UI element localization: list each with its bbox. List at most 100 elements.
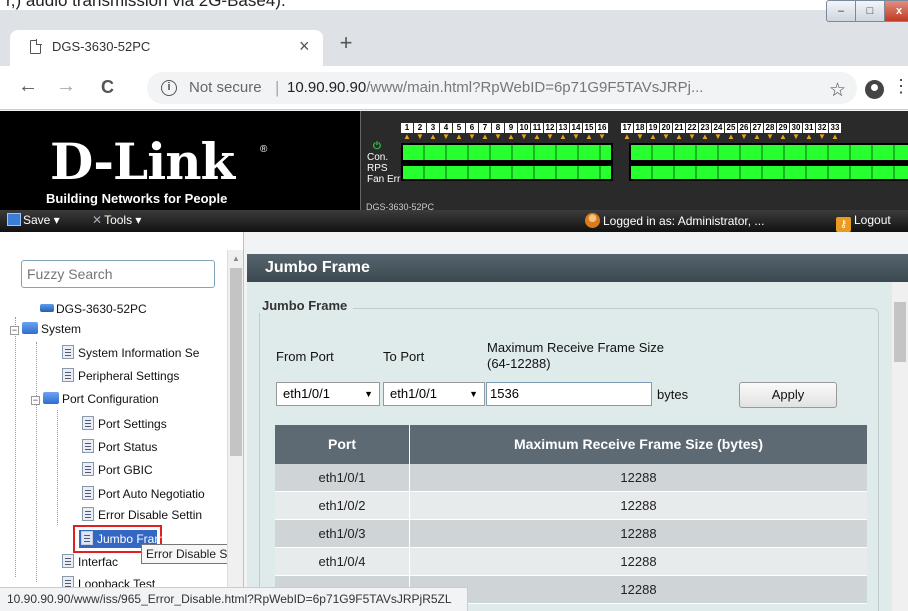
dlink-logo: D-Link bbox=[50, 132, 235, 191]
tree-item-label: Loopback Test bbox=[78, 577, 156, 587]
port-link-arrow-icon: ▲ bbox=[481, 132, 489, 141]
save-disk-icon bbox=[7, 213, 21, 226]
port-link-arrow-icon: ▼ bbox=[572, 132, 580, 141]
port-link-arrow-icon: ▼ bbox=[662, 132, 670, 141]
tree-item-label: DGS-3630-52PC bbox=[56, 302, 147, 316]
fuzzy-search-box[interactable] bbox=[21, 260, 215, 288]
column-header-max-size: Maximum Receive Frame Size (bytes) bbox=[410, 425, 867, 464]
tools-menu[interactable]: ✕ Tools ▾ bbox=[92, 213, 141, 227]
port-link-arrow-icon: ▼ bbox=[714, 132, 722, 141]
tree-item-device[interactable]: DGS-3630-52PC bbox=[40, 302, 147, 316]
port-link-arrows: ▲ ▼ ▲ ▼ ▲ ▼ ▲ ▼ ▲ ▼ ▲ ▼ ▲ ▼ ▲ ▼ ▲ ▼ ▲ ▼ ▲ ▼ ▲ ▼ ▲ ▼ ▲ ▼ ▲ ▼ ▲ ▼ ▲ bbox=[401, 133, 841, 141]
url-field[interactable]: i Not secure | 10.90.90.90/www/main.html… bbox=[147, 72, 857, 104]
cell-port: eth1/0/2 bbox=[275, 492, 410, 520]
port-link-arrow-icon: ▲ bbox=[779, 132, 787, 141]
table-row: eth1/0/4 12288 bbox=[275, 548, 867, 576]
document-top-text: r,) audio transmission via 2G-Base4). bbox=[0, 0, 908, 10]
tree-item-label: System bbox=[41, 322, 82, 336]
dlink-banner: D-Link ® Building Networks for People ⏻ … bbox=[0, 111, 908, 210]
tree-item-system-information[interactable]: System Information Se bbox=[62, 345, 199, 360]
port-link-arrow-icon: ▼ bbox=[442, 132, 450, 141]
tab-bar: DGS-3630-52PC × + bbox=[0, 10, 908, 66]
content-scrollbar[interactable] bbox=[892, 282, 908, 611]
bytes-label: bytes bbox=[657, 387, 689, 402]
fuzzy-search-input[interactable] bbox=[22, 261, 214, 287]
content-body: Jumbo Frame From Port To Port Maximum Re… bbox=[247, 282, 892, 611]
save-menu-label: Save ▾ bbox=[23, 213, 60, 227]
url-separator: | bbox=[275, 78, 280, 97]
cell-max-size: 12288 bbox=[410, 520, 867, 548]
save-menu[interactable]: Save ▾ bbox=[7, 213, 60, 227]
logout-button[interactable]: ⚷ Logout bbox=[836, 213, 891, 232]
page-doc-icon bbox=[82, 439, 94, 453]
jumbo-frame-table: Port Maximum Receive Frame Size (bytes) … bbox=[275, 425, 867, 604]
tree-item-peripheral-settings[interactable]: Peripheral Settings bbox=[62, 368, 179, 383]
to-port-select[interactable]: eth1/0/1 ▼ bbox=[383, 382, 485, 406]
logged-in-label: Logged in as: Administrator, ... bbox=[603, 214, 765, 228]
port-link-arrow-icon: ▲ bbox=[753, 132, 761, 141]
from-port-select[interactable]: eth1/0/1 ▼ bbox=[276, 382, 380, 406]
back-arrow-icon[interactable]: ← bbox=[18, 75, 38, 98]
info-icon[interactable]: i bbox=[161, 80, 177, 96]
key-icon: ⚷ bbox=[836, 217, 851, 232]
port-link-arrow-icon: ▲ bbox=[429, 132, 437, 141]
tab-close-icon[interactable]: × bbox=[299, 36, 310, 57]
port-link-arrow-icon: ▼ bbox=[792, 132, 800, 141]
dropdown-caret-icon: ▼ bbox=[364, 389, 373, 399]
tree-scrollbar-thumb[interactable] bbox=[230, 268, 242, 456]
collapse-icon[interactable]: − bbox=[31, 396, 40, 405]
apply-button[interactable]: Apply bbox=[739, 382, 837, 408]
port-link-arrow-icon: ▲ bbox=[675, 132, 683, 141]
device-panel[interactable]: ⏻ Con. RPS Fan Err 1 2 3 4 5 6 7 8 9 10 11 12 13 14 15… bbox=[360, 111, 908, 210]
maximize-button[interactable]: □ bbox=[855, 0, 885, 22]
port-link-arrow-icon: ▼ bbox=[818, 132, 826, 141]
tree-item-label: Peripheral Settings bbox=[78, 369, 180, 383]
page-doc-icon bbox=[62, 368, 74, 382]
folder-open-icon bbox=[22, 322, 38, 334]
tree-item-port-gbic[interactable]: Port GBIC bbox=[82, 462, 153, 477]
bookmark-star-icon[interactable]: ☆ bbox=[829, 79, 846, 102]
tree-item-loopback-test[interactable]: Loopback Test bbox=[62, 576, 155, 587]
port-group-17-32[interactable] bbox=[629, 143, 908, 181]
port-link-arrow-icon: ▲ bbox=[559, 132, 567, 141]
table-row: eth1/0/3 12288 bbox=[275, 520, 867, 548]
scroll-up-arrow-icon[interactable]: ▲ bbox=[232, 254, 240, 263]
forward-arrow-icon[interactable]: → bbox=[56, 75, 76, 98]
port-link-arrow-icon: ▼ bbox=[546, 132, 554, 141]
max-frame-size-input[interactable]: 1536 bbox=[486, 382, 652, 406]
tree-item-error-disable-settings[interactable]: Error Disable Settin bbox=[82, 507, 202, 522]
tree-item-port-status[interactable]: Port Status bbox=[82, 439, 157, 454]
tree-item-interface[interactable]: Interfac bbox=[62, 554, 118, 569]
tree-item-label: Error Disable Settin bbox=[98, 508, 203, 522]
tree-item-port-settings[interactable]: Port Settings bbox=[82, 416, 167, 431]
tab-dgs-3630[interactable]: DGS-3630-52PC × bbox=[10, 30, 323, 66]
port-link-arrow-icon: ▼ bbox=[468, 132, 476, 141]
collapse-icon[interactable]: − bbox=[10, 326, 19, 335]
tree-item-port-configuration[interactable]: − Port Configuration bbox=[31, 392, 159, 406]
cell-max-size: 12288 bbox=[410, 492, 867, 520]
tree-item-port-auto-negotiation[interactable]: Port Auto Negotiatio bbox=[82, 486, 205, 501]
port-link-arrow-icon: ▲ bbox=[805, 132, 813, 141]
fan-err-labels: Fan Err bbox=[367, 174, 400, 185]
port-row-divider bbox=[403, 160, 611, 166]
from-port-value: eth1/0/1 bbox=[283, 386, 330, 401]
tree-item-label: System Information Se bbox=[78, 346, 200, 360]
tree-item-system[interactable]: − System bbox=[10, 322, 81, 336]
logout-label: Logout bbox=[854, 213, 891, 227]
content-scrollbar-thumb[interactable] bbox=[894, 302, 906, 362]
account-icon[interactable] bbox=[865, 80, 884, 99]
reload-icon[interactable]: C bbox=[101, 77, 114, 98]
to-port-value: eth1/0/1 bbox=[390, 386, 437, 401]
tree-item-label: Port Status bbox=[98, 440, 158, 454]
menu-dots-icon[interactable]: ⋮ bbox=[892, 76, 908, 97]
minimize-button[interactable]: – bbox=[826, 0, 856, 22]
tree-scrollbar[interactable]: ▲ bbox=[227, 250, 243, 587]
new-tab-button[interactable]: + bbox=[332, 30, 360, 58]
fieldset-legend: Jumbo Frame bbox=[256, 298, 354, 313]
page-doc-icon bbox=[62, 554, 74, 568]
port-link-arrow-icon: ▲ bbox=[701, 132, 709, 141]
close-window-button[interactable]: x bbox=[884, 0, 908, 22]
port-link-arrow-icon: ▼ bbox=[520, 132, 528, 141]
cell-max-size: 12288 bbox=[410, 548, 867, 576]
port-group-1-16[interactable] bbox=[401, 143, 613, 181]
